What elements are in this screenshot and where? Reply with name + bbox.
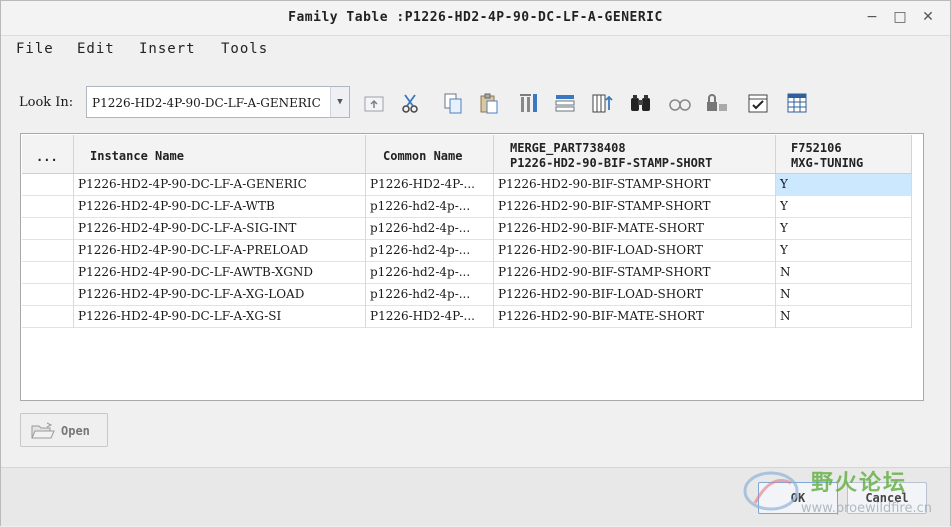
paste-icon[interactable] <box>477 91 501 115</box>
f752106-cell[interactable]: Y <box>776 218 912 240</box>
common-name-cell[interactable]: p1226-hd2-4p-... <box>366 284 494 306</box>
maximize-button[interactable]: □ <box>892 9 908 25</box>
instance-name-cell[interactable]: P1226-HD2-4P-90-DC-LF-A-XG-LOAD <box>74 284 366 306</box>
table-row[interactable]: P1226-HD2-4P-90-DC-LF-AWTB-XGND p1226-hd… <box>22 262 912 284</box>
header-instance-name[interactable]: Instance Name <box>74 135 366 173</box>
row-selector[interactable] <box>22 306 74 328</box>
menu-edit[interactable]: Edit <box>77 41 115 57</box>
close-button[interactable]: ✕ <box>920 9 936 25</box>
open-button[interactable]: Open <box>20 413 108 447</box>
table-row[interactable]: P1226-HD2-4P-90-DC-LF-A-XG-SI P1226-HD2-… <box>22 306 912 328</box>
title-bar[interactable]: Family Table :P1226-HD2-4P-90-DC-LF-A-GE… <box>1 1 950 36</box>
insert-row-icon[interactable] <box>553 91 577 115</box>
table-header: ... Instance Name Common Name MERGE_PART… <box>22 135 912 174</box>
row-selector[interactable] <box>22 218 74 240</box>
merge-part-cell[interactable]: P1226-HD2-90-BIF-MATE-SHORT <box>494 306 776 328</box>
table-column-icon[interactable] <box>590 91 614 115</box>
merge-part-cell[interactable]: P1226-HD2-90-BIF-MATE-SHORT <box>494 218 776 240</box>
common-name-cell[interactable]: p1226-hd2-4p-... <box>366 196 494 218</box>
row-selector[interactable] <box>22 196 74 218</box>
common-name-cell[interactable]: p1226-hd2-4p-... <box>366 218 494 240</box>
cut-icon[interactable] <box>398 91 422 115</box>
f752106-cell[interactable]: N <box>776 306 912 328</box>
row-selector[interactable] <box>22 240 74 262</box>
f752106-cell[interactable]: Y <box>776 196 912 218</box>
menu-file[interactable]: File <box>16 41 54 57</box>
merge-part-cell[interactable]: P1226-HD2-90-BIF-LOAD-SHORT <box>494 284 776 306</box>
table-icon[interactable] <box>785 91 809 115</box>
window-title: Family Table :P1226-HD2-4P-90-DC-LF-A-GE… <box>288 10 663 25</box>
f752106-cell[interactable]: Y <box>776 240 912 262</box>
table-row[interactable]: P1226-HD2-4P-90-DC-LF-A-GENERIC P1226-HD… <box>22 174 912 196</box>
instance-name-cell[interactable]: P1226-HD2-4P-90-DC-LF-A-PRELOAD <box>74 240 366 262</box>
window-controls: − □ ✕ <box>864 9 936 25</box>
header-f752106[interactable]: F752106 MXG-TUNING <box>776 135 912 173</box>
look-in-value: P1226-HD2-4P-90-DC-LF-A-GENERIC <box>92 96 321 110</box>
menu-bar: File Edit Insert Tools <box>1 36 950 64</box>
look-in-dropdown[interactable]: P1226-HD2-4P-90-DC-LF-A-GENERIC ▼ <box>86 86 350 118</box>
common-name-cell[interactable]: p1226-hd2-4p-... <box>366 262 494 284</box>
instance-name-cell[interactable]: P1226-HD2-4P-90-DC-LF-A-GENERIC <box>74 174 366 196</box>
menu-insert[interactable]: Insert <box>139 41 196 57</box>
instance-name-cell[interactable]: P1226-HD2-4P-90-DC-LF-A-XG-SI <box>74 306 366 328</box>
row-selector[interactable] <box>22 262 74 284</box>
instance-name-cell[interactable]: P1226-HD2-4P-90-DC-LF-A-SIG-INT <box>74 218 366 240</box>
cancel-button[interactable]: Cancel <box>847 482 927 514</box>
merge-part-cell[interactable]: P1226-HD2-90-BIF-STAMP-SHORT <box>494 174 776 196</box>
open-folder-icon <box>30 420 56 446</box>
find-icon[interactable] <box>629 91 653 115</box>
family-table-window: Family Table :P1226-HD2-4P-90-DC-LF-A-GE… <box>0 0 951 526</box>
merge-part-cell[interactable]: P1226-HD2-90-BIF-STAMP-SHORT <box>494 262 776 284</box>
row-selector[interactable] <box>22 284 74 306</box>
instance-name-cell[interactable]: P1226-HD2-4P-90-DC-LF-A-WTB <box>74 196 366 218</box>
preview-icon[interactable] <box>668 91 692 115</box>
merge-part-cell[interactable]: P1226-HD2-90-BIF-STAMP-SHORT <box>494 196 776 218</box>
verify-icon[interactable] <box>746 91 770 115</box>
header-dots[interactable]: ... <box>22 135 74 173</box>
table-row[interactable]: P1226-HD2-4P-90-DC-LF-A-XG-LOAD p1226-hd… <box>22 284 912 306</box>
f752106-cell[interactable]: Y <box>776 174 912 196</box>
table-row[interactable]: P1226-HD2-4P-90-DC-LF-A-WTB p1226-hd2-4p… <box>22 196 912 218</box>
common-name-cell[interactable]: P1226-HD2-4P-... <box>366 306 494 328</box>
f752106-cell[interactable]: N <box>776 284 912 306</box>
lock-icon[interactable] <box>705 91 729 115</box>
table-row[interactable]: P1226-HD2-4P-90-DC-LF-A-PRELOAD p1226-hd… <box>22 240 912 262</box>
menu-tools[interactable]: Tools <box>221 41 268 57</box>
copy-icon[interactable] <box>441 91 465 115</box>
toolbar: Look In: P1226-HD2-4P-90-DC-LF-A-GENERIC… <box>1 81 950 125</box>
family-table-grid: ... Instance Name Common Name MERGE_PART… <box>20 133 924 401</box>
common-name-cell[interactable]: P1226-HD2-4P-... <box>366 174 494 196</box>
minimize-button[interactable]: − <box>864 9 880 25</box>
header-merge-part[interactable]: MERGE_PART738408 P1226-HD2-90-BIF-STAMP-… <box>494 135 776 173</box>
up-level-icon[interactable] <box>362 91 386 115</box>
open-label: Open <box>61 424 90 438</box>
f752106-cell[interactable]: N <box>776 262 912 284</box>
row-selector[interactable] <box>22 174 74 196</box>
header-common-name[interactable]: Common Name <box>366 135 494 173</box>
table-row[interactable]: P1226-HD2-4P-90-DC-LF-A-SIG-INT p1226-hd… <box>22 218 912 240</box>
instance-name-cell[interactable]: P1226-HD2-4P-90-DC-LF-AWTB-XGND <box>74 262 366 284</box>
common-name-cell[interactable]: p1226-hd2-4p-... <box>366 240 494 262</box>
ok-button[interactable]: OK <box>758 482 838 514</box>
look-in-label: Look In: <box>19 95 74 110</box>
insert-column-icon[interactable] <box>517 91 541 115</box>
chevron-down-icon[interactable]: ▼ <box>330 87 349 117</box>
merge-part-cell[interactable]: P1226-HD2-90-BIF-LOAD-SHORT <box>494 240 776 262</box>
